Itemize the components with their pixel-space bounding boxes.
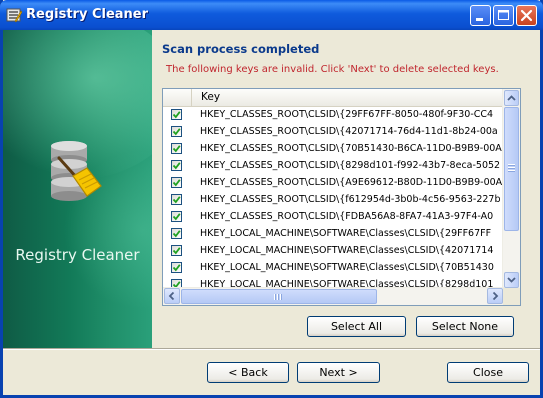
registry-broom-icon [39, 136, 111, 223]
list-item[interactable]: HKEY_LOCAL_MACHINE\SOFTWARE\Classes\CLSI… [163, 260, 504, 277]
minimize-icon [476, 18, 483, 21]
chevron-left-icon [168, 291, 175, 301]
invalid-keys-list[interactable]: Key HKEY_CLASSES_ROOT\CLSID\{29FF67FF-80… [162, 88, 521, 306]
page-heading: Scan process completed [162, 42, 320, 56]
checkmark-icon [172, 247, 181, 255]
list-item[interactable]: HKEY_CLASSES_ROOT\CLSID\{f612954d-3b0b-4… [163, 192, 504, 209]
list-item[interactable]: HKEY_CLASSES_ROOT\CLSID\{42071714-76d4-1… [163, 124, 504, 141]
registry-key-text: HKEY_CLASSES_ROOT\CLSID\{29FF67FF-8050-4… [200, 109, 494, 120]
row-checkbox[interactable] [171, 177, 182, 188]
registry-key-text: HKEY_CLASSES_ROOT\CLSID\{FDBA56A8-8FA7-4… [200, 211, 494, 222]
close-icon [520, 9, 533, 22]
registry-key-text: HKEY_CLASSES_ROOT\CLSID\{8298d101-f992-4… [200, 160, 501, 171]
minimize-button[interactable] [470, 5, 491, 26]
scroll-up-button[interactable] [504, 90, 519, 106]
list-item[interactable]: HKEY_CLASSES_ROOT\CLSID\{8298d101-f992-4… [163, 158, 504, 175]
vertical-scroll-thumb[interactable] [504, 107, 519, 231]
row-checkbox[interactable] [171, 262, 182, 273]
checkmark-icon [172, 230, 181, 238]
sidebar-app-name: Registry Cleaner [15, 246, 140, 264]
instruction-message: The following keys are invalid. Click 'N… [166, 64, 499, 75]
key-column-header[interactable]: Key [201, 91, 220, 103]
chevron-down-icon [507, 277, 516, 283]
close-window-button[interactable] [516, 5, 537, 26]
select-none-button[interactable]: Select None [416, 316, 514, 337]
window-title: Registry Cleaner [26, 7, 149, 22]
scrollbar-corner [503, 288, 520, 305]
registry-key-text: HKEY_CLASSES_ROOT\CLSID\{42071714-76d4-1… [200, 126, 498, 137]
list-item[interactable]: HKEY_CLASSES_ROOT\CLSID\{29FF67FF-8050-4… [163, 107, 504, 124]
row-checkbox[interactable] [171, 228, 182, 239]
registry-cleaner-window: Registry Cleaner Registry Cleaner Scan p… [0, 0, 543, 398]
check-column-header[interactable] [163, 89, 192, 106]
checkmark-icon [172, 128, 181, 136]
row-checkbox[interactable] [171, 160, 182, 171]
list-item[interactable]: HKEY_LOCAL_MACHINE\SOFTWARE\Classes\CLSI… [163, 243, 504, 260]
vertical-scrollbar[interactable] [502, 89, 520, 289]
list-rows: HKEY_CLASSES_ROOT\CLSID\{29FF67FF-8050-4… [163, 107, 504, 289]
registry-key-text: HKEY_CLASSES_ROOT\CLSID\{70B51430-B6CA-1… [200, 143, 502, 154]
back-button[interactable]: < Back [207, 362, 289, 383]
row-checkbox[interactable] [171, 245, 182, 256]
row-checkbox[interactable] [171, 143, 182, 154]
list-item[interactable]: HKEY_CLASSES_ROOT\CLSID\{A9E69612-B80D-1… [163, 175, 504, 192]
list-item[interactable]: HKEY_CLASSES_ROOT\CLSID\{70B51430-B6CA-1… [163, 141, 504, 158]
maximize-icon [498, 10, 509, 20]
registry-key-text: HKEY_LOCAL_MACHINE\SOFTWARE\Classes\CLSI… [200, 262, 494, 273]
horizontal-scroll-thumb[interactable] [181, 289, 377, 304]
row-checkbox[interactable] [171, 109, 182, 120]
checkmark-icon [172, 162, 181, 170]
chevron-up-icon [507, 95, 516, 101]
close-button[interactable]: Close [447, 362, 529, 383]
app-icon [6, 7, 23, 23]
list-item[interactable]: HKEY_LOCAL_MACHINE\SOFTWARE\Classes\CLSI… [163, 226, 504, 243]
list-header: Key [163, 89, 504, 107]
chevron-right-icon [492, 291, 499, 301]
main-content: Scan process completed The following key… [152, 30, 540, 348]
scroll-right-button[interactable] [487, 288, 503, 304]
sidebar-panel: Registry Cleaner [3, 30, 152, 348]
scroll-down-button[interactable] [504, 272, 519, 288]
checkmark-icon [172, 264, 181, 272]
footer-bar: < Back Next > Close [3, 350, 540, 395]
registry-key-text: HKEY_CLASSES_ROOT\CLSID\{A9E69612-B80D-1… [200, 177, 503, 188]
checkmark-icon [172, 196, 181, 204]
title-bar[interactable]: Registry Cleaner [0, 0, 543, 30]
registry-key-text: HKEY_LOCAL_MACHINE\SOFTWARE\Classes\CLSI… [200, 228, 492, 239]
next-button[interactable]: Next > [297, 362, 380, 383]
registry-key-text: HKEY_LOCAL_MACHINE\SOFTWARE\Classes\CLSI… [200, 245, 494, 256]
select-all-button[interactable]: Select All [307, 316, 406, 337]
row-checkbox[interactable] [171, 211, 182, 222]
checkmark-icon [172, 179, 181, 187]
row-checkbox[interactable] [171, 194, 182, 205]
checkmark-icon [172, 145, 181, 153]
maximize-button[interactable] [493, 5, 514, 26]
scroll-left-button[interactable] [164, 288, 180, 304]
list-item[interactable]: HKEY_CLASSES_ROOT\CLSID\{FDBA56A8-8FA7-4… [163, 209, 504, 226]
horizontal-scrollbar[interactable] [163, 287, 504, 305]
checkmark-icon [172, 213, 181, 221]
row-checkbox[interactable] [171, 126, 182, 137]
registry-key-text: HKEY_CLASSES_ROOT\CLSID\{f612954d-3b0b-4… [200, 194, 501, 205]
checkmark-icon [172, 111, 181, 119]
